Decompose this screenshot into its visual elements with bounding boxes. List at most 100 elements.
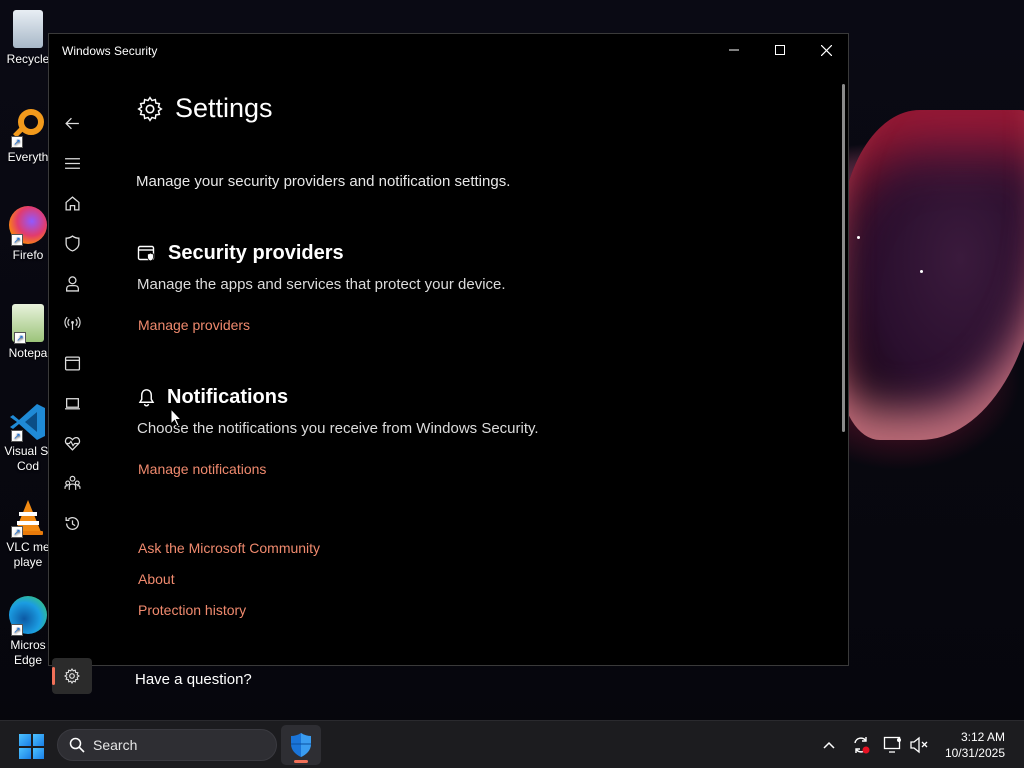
bell-icon — [138, 389, 155, 407]
chevron-up-icon — [823, 741, 835, 749]
desktop-icon-label: Micros — [10, 638, 46, 652]
protection-history-link[interactable]: Protection history — [138, 602, 246, 618]
everything-search-icon: ↗ — [9, 108, 47, 148]
security-providers-title: Security providers — [168, 242, 344, 264]
maximize-icon — [775, 45, 785, 55]
taskbar-clock[interactable]: 3:12 AM 10/31/2025 — [945, 729, 1005, 761]
shield-icon — [64, 234, 80, 252]
recycle-bin-icon — [13, 10, 43, 48]
windows-logo-tile — [19, 734, 31, 746]
history-icon — [64, 516, 79, 530]
taskbar-search-box[interactable]: Search — [57, 729, 277, 761]
back-arrow-icon — [64, 117, 79, 129]
taskbar: Search 3:12 AM 10/31/2025 — [0, 720, 1024, 768]
mouse-cursor-icon — [170, 408, 182, 427]
windows-logo-tile — [32, 734, 44, 746]
heart-pulse-icon — [64, 436, 80, 451]
person-icon — [65, 275, 79, 292]
vertical-scrollbar[interactable] — [842, 84, 845, 432]
desktop-icon-vlc[interactable]: ↗ VLC me playe — [4, 498, 52, 570]
desktop-icon-label: Recycle — [6, 52, 50, 66]
home-icon — [64, 195, 80, 211]
vlc-icon: ↗ — [9, 498, 47, 538]
laptop-icon — [64, 397, 80, 409]
title-bar[interactable]: Windows Security — [49, 34, 848, 68]
search-icon — [69, 737, 85, 753]
tray-sync-status[interactable] — [851, 735, 871, 755]
desktop-icon-label: Firefo — [12, 248, 44, 262]
close-button[interactable] — [803, 34, 849, 66]
page-header: Settings — [137, 93, 273, 124]
shortcut-arrow-icon: ↗ — [11, 526, 23, 538]
manage-providers-link[interactable]: Manage providers — [138, 317, 250, 333]
gear-icon — [64, 668, 80, 684]
desktop-icon-label-line2: Edge — [13, 653, 43, 667]
notepad-icon: ↗ — [12, 304, 44, 344]
network-antenna-icon — [63, 316, 81, 330]
maximize-button[interactable] — [757, 34, 803, 66]
show-hidden-icons-button[interactable] — [819, 735, 839, 755]
nav-firewall[interactable] — [57, 308, 87, 338]
windows-logo-tile — [19, 747, 31, 759]
nav-back[interactable] — [57, 108, 87, 138]
minimize-button[interactable] — [711, 34, 757, 66]
taskbar-windows-security[interactable] — [281, 725, 321, 765]
shortcut-arrow-icon: ↗ — [11, 234, 23, 246]
manage-notifications-link[interactable]: Manage notifications — [138, 461, 266, 477]
active-app-indicator — [294, 760, 308, 763]
nav-settings[interactable] — [52, 658, 92, 694]
shortcut-arrow-icon: ↗ — [11, 430, 23, 442]
ask-community-link[interactable]: Ask the Microsoft Community — [138, 540, 320, 556]
desktop-icon-firefox[interactable]: ↗ Firefo — [4, 206, 52, 263]
nav-home[interactable] — [57, 188, 87, 218]
tray-display[interactable] — [883, 735, 903, 755]
desktop-icon-label: Everyth — [7, 150, 49, 164]
edge-icon: ↗ — [9, 596, 47, 636]
security-providers-icon — [137, 245, 155, 261]
have-a-question-heading: Have a question? — [135, 671, 252, 688]
family-icon — [63, 475, 81, 490]
windows-security-shield-icon — [291, 733, 311, 757]
selected-indicator — [52, 667, 55, 685]
nav-device-performance[interactable] — [57, 428, 87, 458]
nav-account-protection[interactable] — [57, 268, 87, 298]
security-providers-header: Security providers — [137, 242, 344, 265]
search-placeholder: Search — [93, 737, 138, 753]
hamburger-menu-icon — [64, 157, 80, 169]
shortcut-arrow-icon: ↗ — [11, 624, 23, 636]
minimize-icon — [729, 49, 739, 51]
clock-time: 3:12 AM — [960, 730, 1005, 744]
desktop-icon-edge[interactable]: ↗ Micros Edge — [4, 596, 52, 668]
window-title: Windows Security — [62, 44, 158, 58]
vscode-icon: ↗ — [9, 402, 47, 442]
windows-logo-tile — [32, 747, 44, 759]
desktop-icon-everything[interactable]: ↗ Everyth — [4, 108, 52, 165]
close-icon — [820, 44, 832, 56]
start-button[interactable] — [19, 734, 44, 759]
security-providers-description: Manage the apps and services that protec… — [137, 276, 506, 293]
navigation-rail — [49, 68, 95, 694]
monitor-icon — [883, 736, 901, 753]
desktop-icon-vscode[interactable]: ↗ Visual St Cod — [4, 402, 52, 474]
desktop-icon-label-line2: Cod — [16, 459, 39, 473]
nav-virus-protection[interactable] — [57, 228, 87, 258]
settings-content: Settings Manage your security providers … — [135, 68, 838, 688]
wallpaper-sparkle — [920, 270, 923, 273]
nav-menu[interactable] — [57, 148, 87, 178]
gear-icon — [137, 95, 163, 122]
notifications-title: Notifications — [167, 386, 289, 408]
windows-security-window: Windows Security Settings Manage your se… — [48, 33, 849, 694]
wallpaper-shape — [840, 110, 1024, 440]
sync-alert-icon — [854, 737, 870, 754]
nav-device-security[interactable] — [57, 388, 87, 418]
desktop-icon-recycle-bin[interactable]: Recycle — [4, 10, 52, 67]
nav-protection-history[interactable] — [57, 508, 87, 538]
desktop-icon-notepad[interactable]: ↗ Notepa — [4, 304, 52, 361]
desktop-icon-label: Notepa — [8, 346, 48, 360]
about-link[interactable]: About — [138, 571, 175, 587]
clock-date: 10/31/2025 — [944, 746, 1005, 760]
nav-family-options[interactable] — [57, 468, 87, 498]
desktop-icon-label: Visual St — [4, 444, 52, 458]
nav-app-browser-control[interactable] — [57, 348, 87, 378]
tray-volume[interactable] — [909, 735, 929, 755]
